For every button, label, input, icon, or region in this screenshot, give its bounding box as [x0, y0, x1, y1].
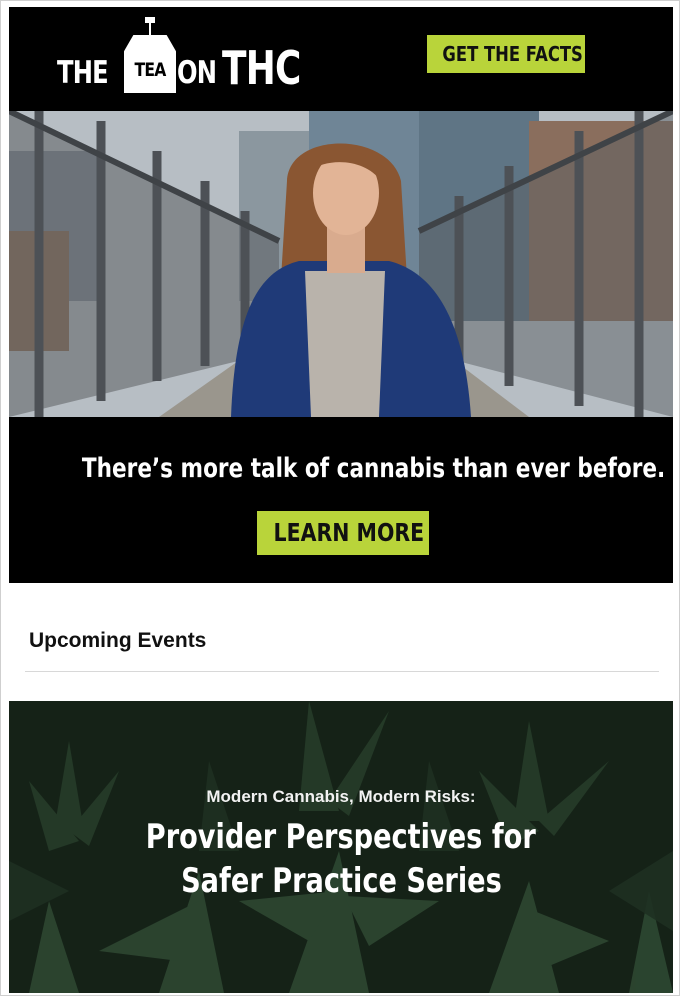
logo-word-the: THE	[57, 55, 109, 91]
upcoming-events-title: Upcoming Events	[29, 629, 207, 652]
banner-title-line1: Provider Perspectives for	[145, 817, 537, 857]
learn-more-label: LEARN MORE	[273, 518, 425, 547]
banner-title-line2: Safer Practice Series	[180, 861, 502, 901]
header: THE TEA ON THC GET THE FACTS	[9, 7, 673, 111]
logo-word-thc: THC	[222, 41, 301, 95]
promo-headline: There’s more talk of cannabis than ever …	[9, 453, 673, 484]
logo-word-on: ON	[177, 55, 217, 91]
events-divider	[25, 671, 659, 672]
promo-headline-text: There’s more talk of cannabis than ever …	[81, 453, 666, 484]
hero-photo[interactable]	[9, 111, 673, 417]
logo-word-tea: TEA	[134, 59, 167, 81]
hero-photo-illustration	[9, 111, 673, 417]
tea-bag-string	[149, 19, 151, 37]
event-banner[interactable]: Modern Cannabis, Modern Risks: Provider …	[9, 701, 673, 993]
learn-more-button[interactable]: LEARN MORE	[257, 511, 429, 555]
get-the-facts-label: GET THE FACTS	[442, 42, 583, 66]
promo-band: There’s more talk of cannabis than ever …	[9, 417, 673, 583]
upcoming-events-section: Upcoming Events	[9, 583, 673, 701]
banner-title: Provider Perspectives for Safer Practice…	[9, 815, 673, 903]
get-the-facts-button[interactable]: GET THE FACTS	[427, 35, 585, 73]
banner-kicker: Modern Cannabis, Modern Risks:	[206, 787, 476, 806]
email-frame: THE TEA ON THC GET THE FACTS There’s mor…	[0, 0, 680, 996]
tea-on-thc-logo[interactable]: THE TEA ON THC	[57, 17, 317, 101]
